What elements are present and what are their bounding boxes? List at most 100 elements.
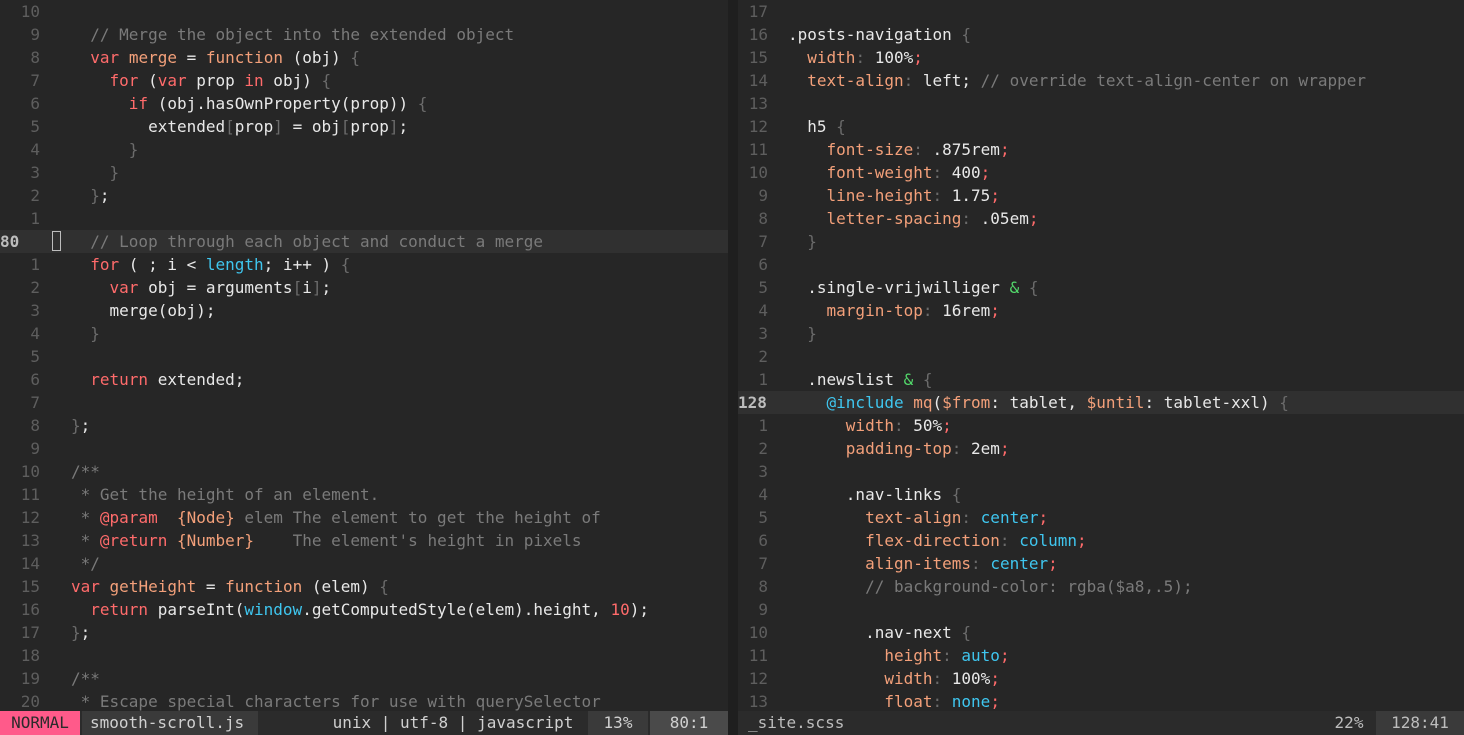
code-line[interactable]: 7 for (var prop in obj) { — [0, 69, 728, 92]
code-line[interactable]: 8}; — [0, 414, 728, 437]
code-line[interactable]: 6 — [738, 253, 1464, 276]
line-number: 2 — [758, 347, 768, 366]
code-line[interactable]: 3 — [738, 460, 1464, 483]
code-line[interactable]: 8 // background-color: rgba($a8,.5); — [738, 575, 1464, 598]
code-line[interactable]: 14 text-align: left; // override text-al… — [738, 69, 1464, 92]
code-line[interactable]: 3 merge(obj); — [0, 299, 728, 322]
code-line[interactable]: 17 — [738, 0, 1464, 23]
code-line[interactable]: 13 * @return {Number} The element's heig… — [0, 529, 728, 552]
code-line[interactable]: 1 — [0, 207, 728, 230]
code-line[interactable]: 1 width: 50%; — [738, 414, 1464, 437]
line-number: 7 — [30, 71, 40, 90]
code-text: .nav-next { — [788, 623, 972, 642]
code-line[interactable]: 6 flex-direction: column; — [738, 529, 1464, 552]
line-number: 14 — [20, 554, 40, 573]
code-line[interactable]: 16 return parseInt(window.getComputedSty… — [0, 598, 728, 621]
code-line[interactable]: 5 extended[prop] = obj[prop]; — [0, 115, 728, 138]
left-editor-pane[interactable]: 10 9 // Merge the object into the extende… — [0, 0, 728, 711]
code-line[interactable]: 10 — [0, 0, 728, 23]
line-number: 15 — [748, 48, 768, 67]
code-text: return extended; — [90, 370, 245, 389]
code-text: line-height: 1.75; — [826, 186, 1000, 205]
code-line[interactable]: 20 * Escape special characters for use w… — [0, 690, 728, 711]
current-code-line[interactable]: 128 @include mq($from: tablet, $until: t… — [738, 391, 1464, 414]
status-cursor-position: 128:41 — [1376, 711, 1464, 735]
code-line[interactable]: 7 — [0, 391, 728, 414]
code-line[interactable]: 10 font-weight: 400; — [738, 161, 1464, 184]
line-number: 80 — [0, 232, 20, 251]
code-line[interactable]: 17}; — [0, 621, 728, 644]
code-line[interactable]: 8 var merge = function (obj) { — [0, 46, 728, 69]
code-line[interactable]: 19 /** — [0, 667, 728, 690]
code-line[interactable]: 4 } — [0, 322, 728, 345]
code-line[interactable]: 1 .newslist & { — [738, 368, 1464, 391]
code-line[interactable]: 6 if (obj.hasOwnProperty(prop)) { — [0, 92, 728, 115]
code-line[interactable]: 7 align-items: center; — [738, 552, 1464, 575]
code-line[interactable]: 10 .nav-next { — [738, 621, 1464, 644]
code-line[interactable]: 4 .nav-links { — [738, 483, 1464, 506]
line-number: 5 — [30, 347, 40, 366]
code-line[interactable]: 13 — [738, 92, 1464, 115]
code-line[interactable]: 8 letter-spacing: .05em; — [738, 207, 1464, 230]
line-number: 3 — [758, 462, 768, 481]
code-line[interactable]: 3 } — [738, 322, 1464, 345]
code-line[interactable]: 15 width: 100%; — [738, 46, 1464, 69]
code-line[interactable]: 11 font-size: .875rem; — [738, 138, 1464, 161]
code-line[interactable]: 5 text-align: center; — [738, 506, 1464, 529]
code-line[interactable]: 1 for ( ; i < length; i++ ) { — [0, 253, 728, 276]
code-line[interactable]: 9 // Merge the object into the extended … — [0, 23, 728, 46]
code-line[interactable]: 15 var getHeight = function (elem) { — [0, 575, 728, 598]
code-line[interactable]: 14 */ — [0, 552, 728, 575]
code-line[interactable]: 9 — [0, 437, 728, 460]
line-number: 13 — [748, 94, 768, 113]
code-line[interactable]: 6 return extended; — [0, 368, 728, 391]
line-number: 5 — [758, 278, 768, 297]
code-line[interactable]: 5 — [0, 345, 728, 368]
code-line[interactable]: 4 } — [0, 138, 728, 161]
code-line[interactable]: 10 /** — [0, 460, 728, 483]
code-line[interactable]: 2 padding-top: 2em; — [738, 437, 1464, 460]
line-number: 16 — [20, 600, 40, 619]
code-line[interactable]: 9 line-height: 1.75; — [738, 184, 1464, 207]
line-number: 6 — [758, 255, 768, 274]
code-text: }; — [90, 186, 110, 205]
code-line[interactable]: 16 .posts-navigation { — [738, 23, 1464, 46]
line-number: 4 — [758, 301, 768, 320]
status-scroll-percent: 13% — [588, 711, 648, 735]
vim-editor[interactable]: 10 9 // Merge the object into the extende… — [0, 0, 1464, 735]
code-text: * Escape special characters for use with… — [71, 692, 601, 711]
code-text: /** — [71, 462, 100, 481]
line-number: 12 — [20, 508, 40, 527]
code-line[interactable]: 5 .single-vrijwilliger & { — [738, 276, 1464, 299]
status-filename: smooth-scroll.js — [82, 711, 258, 735]
code-text: width: 100%; — [884, 669, 1000, 688]
code-line[interactable]: 12 * @param {Node} elem The element to g… — [0, 506, 728, 529]
code-line[interactable]: 9 — [738, 598, 1464, 621]
right-editor-pane[interactable]: 17 16 .posts-navigation {15 width: 100%; 14… — [738, 0, 1464, 711]
code-line[interactable]: 11 height: auto; — [738, 644, 1464, 667]
code-text: var merge = function (obj) { — [90, 48, 361, 67]
code-line[interactable]: 12 width: 100%; — [738, 667, 1464, 690]
code-line[interactable]: 2 }; — [0, 184, 728, 207]
line-number: 16 — [748, 25, 768, 44]
line-number: 8 — [30, 416, 40, 435]
code-line[interactable]: 13 float: none; — [738, 690, 1464, 711]
code-line[interactable]: 12 h5 { — [738, 115, 1464, 138]
code-text: return parseInt(window.getComputedStyle(… — [90, 600, 649, 619]
line-number: 17 — [20, 623, 40, 642]
code-line[interactable]: 2 — [738, 345, 1464, 368]
line-number: 7 — [30, 393, 40, 412]
status-scroll-percent: 22% — [1334, 713, 1364, 732]
code-line[interactable]: 3 } — [0, 161, 728, 184]
code-text: @include mq($from: tablet, $until: table… — [826, 393, 1289, 412]
code-text: .nav-links { — [788, 485, 962, 504]
code-line[interactable]: 11 * Get the height of an element. — [0, 483, 728, 506]
code-line[interactable]: 4 margin-top: 16rem; — [738, 299, 1464, 322]
code-line[interactable]: 18 — [0, 644, 728, 667]
code-line[interactable]: 2 var obj = arguments[i]; — [0, 276, 728, 299]
current-code-line[interactable]: 80 // Loop through each object and condu… — [0, 230, 728, 253]
line-number: 11 — [748, 646, 768, 665]
vertical-split-divider[interactable] — [728, 0, 738, 735]
code-line[interactable]: 7 } — [738, 230, 1464, 253]
line-number: 2 — [758, 439, 768, 458]
